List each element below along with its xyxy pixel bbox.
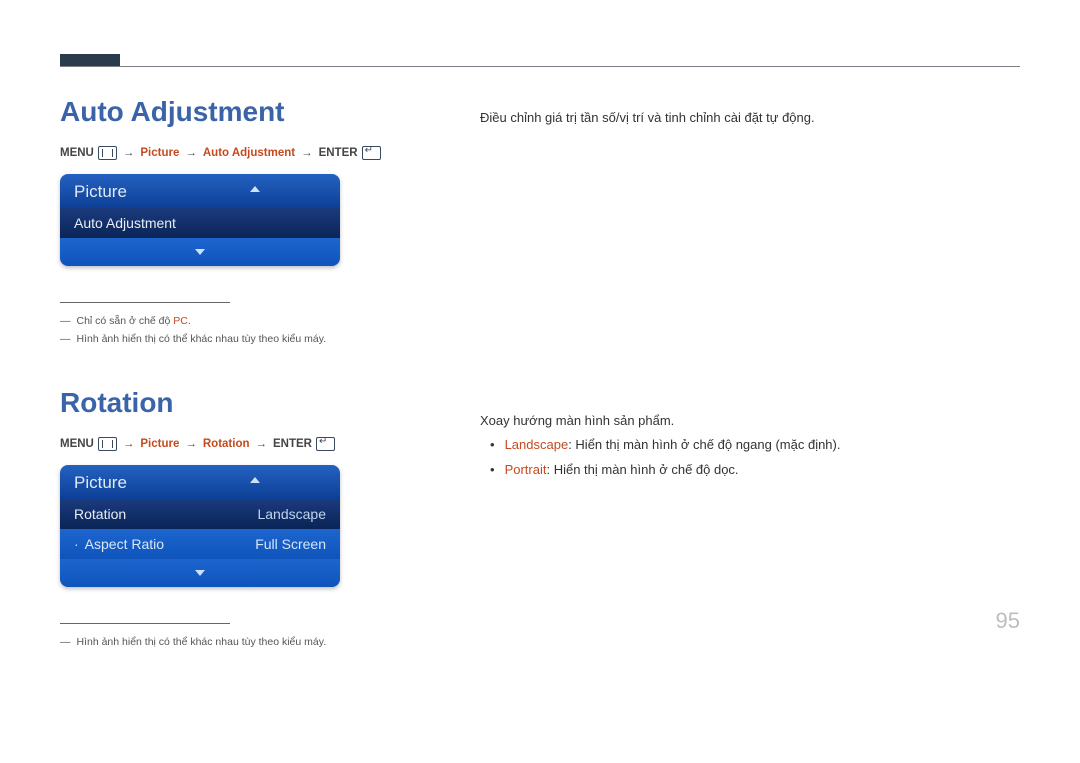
arrow-icon: → xyxy=(123,438,135,450)
page-tab-mark xyxy=(60,54,120,66)
section-rotation: Rotation MENU → Picture → Rotation → ENT… xyxy=(60,387,420,652)
osd-row-label: Auto Adjustment xyxy=(74,215,176,231)
osd-row-label: Aspect Ratio xyxy=(74,536,164,552)
caret-down-icon xyxy=(195,249,205,255)
rotation-options-list: Landscape: Hiển thị màn hình ở chế độ ng… xyxy=(480,433,1020,482)
note-text-post: . xyxy=(188,315,191,327)
arrow-icon: → xyxy=(123,147,135,159)
dash-icon: ― xyxy=(60,315,71,327)
note-text: Hình ảnh hiển thị có thể khác nhau tùy t… xyxy=(77,636,327,648)
notes-divider xyxy=(60,302,230,303)
osd-row-value: Landscape xyxy=(257,506,326,522)
note-image-vary: ― Hình ảnh hiển thị có thể khác nhau tùy … xyxy=(60,331,420,349)
document-page: Auto Adjustment MENU → Picture → Auto Ad… xyxy=(0,0,1080,652)
two-column-layout: Auto Adjustment MENU → Picture → Auto Ad… xyxy=(60,96,1020,652)
osd-header: Picture xyxy=(60,174,340,208)
osd-row-rotation: Rotation Landscape xyxy=(60,499,340,529)
osd-row-aspect-ratio: Aspect Ratio Full Screen xyxy=(60,529,340,559)
heading-auto-adjustment: Auto Adjustment xyxy=(60,96,420,128)
breadcrumb-auto-adjustment: MENU → Picture → Auto Adjustment → ENTER xyxy=(60,146,420,160)
desc-rotation: Xoay hướng màn hình sản phẩm. xyxy=(480,409,1020,434)
osd-caret-down xyxy=(60,238,340,266)
note-highlight-pc: PC xyxy=(173,315,188,327)
osd-header-label: Picture xyxy=(74,473,127,492)
note-text: Hình ảnh hiển thị có thể khác nhau tùy t… xyxy=(77,333,327,345)
notes-divider xyxy=(60,623,230,624)
crumb-picture: Picture xyxy=(140,438,179,450)
osd-header: Picture xyxy=(60,465,340,499)
menu-icon xyxy=(98,437,117,451)
crumb-enter-label: ENTER xyxy=(319,147,358,159)
option-text: : Hiển thị màn hình ở chế độ dọc. xyxy=(546,462,738,477)
caret-up-icon xyxy=(250,186,260,192)
enter-icon xyxy=(316,437,335,451)
spacer xyxy=(480,131,1020,409)
dash-icon: ― xyxy=(60,333,71,345)
breadcrumb-rotation: MENU → Picture → Rotation → ENTER xyxy=(60,437,420,451)
page-top-rule xyxy=(60,66,1020,67)
crumb-auto-adjustment: Auto Adjustment xyxy=(203,147,295,159)
desc-auto-adjustment: Điều chỉnh giá trị tần số/vị trí và tinh… xyxy=(480,106,1020,131)
crumb-menu-label: MENU xyxy=(60,438,94,450)
arrow-icon: → xyxy=(185,147,197,159)
crumb-enter-label: ENTER xyxy=(273,438,312,450)
enter-icon xyxy=(362,146,381,160)
note-text: Chỉ có sẵn ở chế độ xyxy=(77,315,174,327)
osd-panel-auto-adjustment: Picture Auto Adjustment xyxy=(60,174,340,266)
arrow-icon: → xyxy=(301,147,313,159)
page-number: 95 xyxy=(996,608,1020,634)
note-pc-mode: ― Chỉ có sẵn ở chế độ PC. xyxy=(60,313,420,331)
dash-icon: ― xyxy=(60,636,71,648)
osd-row-auto-adjustment: Auto Adjustment xyxy=(60,208,340,238)
option-portrait: Portrait: Hiển thị màn hình ở chế độ dọc… xyxy=(480,458,1020,483)
right-column: Điều chỉnh giá trị tần số/vị trí và tinh… xyxy=(480,96,1020,652)
arrow-icon: → xyxy=(256,438,268,450)
crumb-picture: Picture xyxy=(140,147,179,159)
caret-down-icon xyxy=(195,570,205,576)
osd-caret-down xyxy=(60,559,340,587)
caret-up-icon xyxy=(250,477,260,483)
osd-header-label: Picture xyxy=(74,182,127,201)
crumb-menu-label: MENU xyxy=(60,147,94,159)
arrow-icon: → xyxy=(185,438,197,450)
option-key: Landscape xyxy=(505,437,569,452)
left-column: Auto Adjustment MENU → Picture → Auto Ad… xyxy=(60,96,420,652)
option-text: : Hiển thị màn hình ở chế độ ngang (mặc … xyxy=(568,437,840,452)
menu-icon xyxy=(98,146,117,160)
heading-rotation: Rotation xyxy=(60,387,420,419)
osd-panel-rotation: Picture Rotation Landscape Aspect Ratio … xyxy=(60,465,340,587)
option-key: Portrait xyxy=(505,462,547,477)
note-image-vary: ― Hình ảnh hiển thị có thể khác nhau tùy … xyxy=(60,634,420,652)
osd-row-value: Full Screen xyxy=(255,536,326,552)
osd-row-label: Rotation xyxy=(74,506,126,522)
option-landscape: Landscape: Hiển thị màn hình ở chế độ ng… xyxy=(480,433,1020,458)
crumb-rotation: Rotation xyxy=(203,438,250,450)
